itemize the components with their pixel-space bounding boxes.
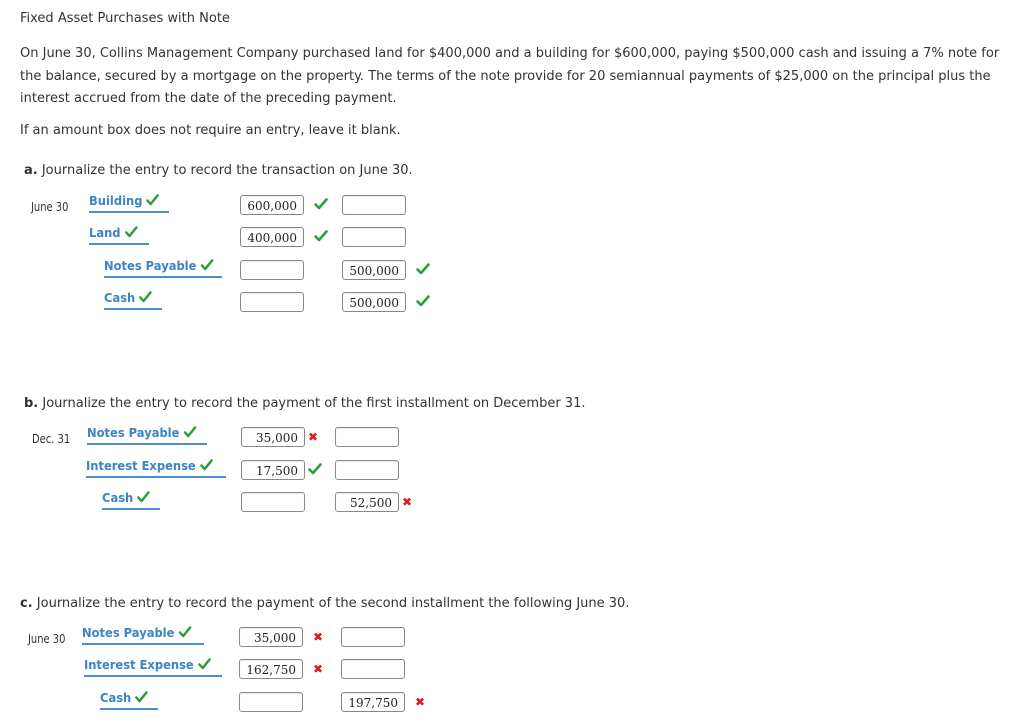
account-name: Notes Payable bbox=[104, 258, 214, 273]
account-select[interactable]: Notes Payable bbox=[104, 258, 222, 278]
debit-check-icon bbox=[314, 198, 328, 212]
debit-amount-input[interactable] bbox=[240, 292, 304, 312]
account-name: Cash bbox=[102, 490, 150, 505]
account-name: Land bbox=[89, 225, 138, 240]
credit-check-icon bbox=[416, 295, 430, 309]
account-select[interactable]: Cash bbox=[102, 490, 160, 510]
entry-date: Dec. 31 bbox=[32, 432, 71, 446]
debit-amount-input[interactable] bbox=[241, 427, 305, 447]
instruction-text: If an amount box does not require an ent… bbox=[20, 123, 401, 138]
debit-amount-input[interactable] bbox=[239, 692, 303, 712]
account-check-icon bbox=[139, 291, 152, 303]
account-select[interactable]: Cash bbox=[100, 690, 158, 710]
credit-amount-input[interactable] bbox=[341, 692, 405, 712]
credit-amount-input[interactable] bbox=[342, 195, 406, 215]
debit-x-icon: ✖ bbox=[308, 430, 319, 444]
account-check-icon bbox=[135, 691, 148, 703]
part-letter: a. bbox=[24, 163, 38, 178]
debit-x-icon: ✖ bbox=[313, 662, 324, 676]
credit-amount-input[interactable] bbox=[342, 292, 406, 312]
credit-amount-input[interactable] bbox=[341, 627, 405, 647]
debit-amount-input[interactable] bbox=[239, 659, 303, 679]
credit-amount-input[interactable] bbox=[342, 227, 406, 247]
credit-amount-input[interactable] bbox=[342, 260, 406, 280]
problem-text: On June 30, Collins Management Company p… bbox=[20, 46, 1000, 106]
credit-x-icon: ✖ bbox=[415, 695, 426, 709]
account-name: Notes Payable bbox=[87, 425, 197, 440]
account-select[interactable]: Interest Expense bbox=[84, 657, 222, 677]
credit-amount-input[interactable] bbox=[335, 460, 399, 480]
account-select[interactable]: Land bbox=[89, 225, 149, 245]
account-check-icon bbox=[178, 626, 192, 638]
account-check-icon bbox=[137, 491, 150, 503]
part-prompt: Journalize the entry to record the payme… bbox=[38, 396, 586, 411]
account-check-icon bbox=[146, 194, 160, 206]
account-name: Building bbox=[89, 193, 160, 208]
account-select[interactable]: Cash bbox=[104, 290, 162, 310]
account-name: Cash bbox=[104, 290, 152, 305]
part-letter: b. bbox=[24, 396, 39, 411]
question-part-c: c. Journalize the entry to record the pa… bbox=[20, 596, 629, 611]
credit-amount-input[interactable] bbox=[341, 659, 405, 679]
debit-check-icon bbox=[314, 230, 328, 244]
entry-date: June 30 bbox=[31, 200, 69, 214]
account-name: Notes Payable bbox=[82, 625, 192, 640]
debit-amount-input[interactable] bbox=[239, 627, 303, 647]
credit-amount-input[interactable] bbox=[335, 492, 399, 512]
debit-amount-input[interactable] bbox=[241, 460, 305, 480]
debit-check-icon bbox=[308, 463, 322, 477]
question-part-b: b. Journalize the entry to record the pa… bbox=[24, 396, 585, 411]
account-check-icon bbox=[200, 259, 214, 271]
account-check-icon bbox=[199, 459, 213, 471]
part-prompt: Journalize the entry to record the trans… bbox=[37, 163, 413, 178]
question-part-a: a. Journalize the entry to record the tr… bbox=[24, 163, 413, 178]
debit-amount-input[interactable] bbox=[240, 227, 304, 247]
account-name: Interest Expense bbox=[86, 458, 213, 473]
page-title: Fixed Asset Purchases with Note bbox=[20, 11, 230, 26]
part-letter: c. bbox=[20, 596, 33, 611]
account-select[interactable]: Notes Payable bbox=[87, 425, 207, 445]
account-name: Interest Expense bbox=[84, 657, 211, 672]
account-select[interactable]: Building bbox=[89, 193, 169, 213]
debit-amount-input[interactable] bbox=[240, 260, 304, 280]
account-select[interactable]: Interest Expense bbox=[86, 458, 226, 478]
account-check-icon bbox=[197, 658, 211, 670]
part-prompt: Journalize the entry to record the payme… bbox=[32, 596, 630, 611]
debit-amount-input[interactable] bbox=[240, 195, 304, 215]
account-check-icon bbox=[124, 226, 138, 238]
credit-amount-input[interactable] bbox=[335, 427, 399, 447]
debit-amount-input[interactable] bbox=[241, 492, 305, 512]
credit-x-icon: ✖ bbox=[402, 495, 413, 509]
account-select[interactable]: Notes Payable bbox=[82, 625, 204, 645]
entry-date: June 30 bbox=[28, 632, 66, 646]
credit-check-icon bbox=[416, 263, 430, 277]
account-name: Cash bbox=[100, 690, 148, 705]
debit-x-icon: ✖ bbox=[313, 630, 324, 644]
account-check-icon bbox=[183, 426, 197, 438]
